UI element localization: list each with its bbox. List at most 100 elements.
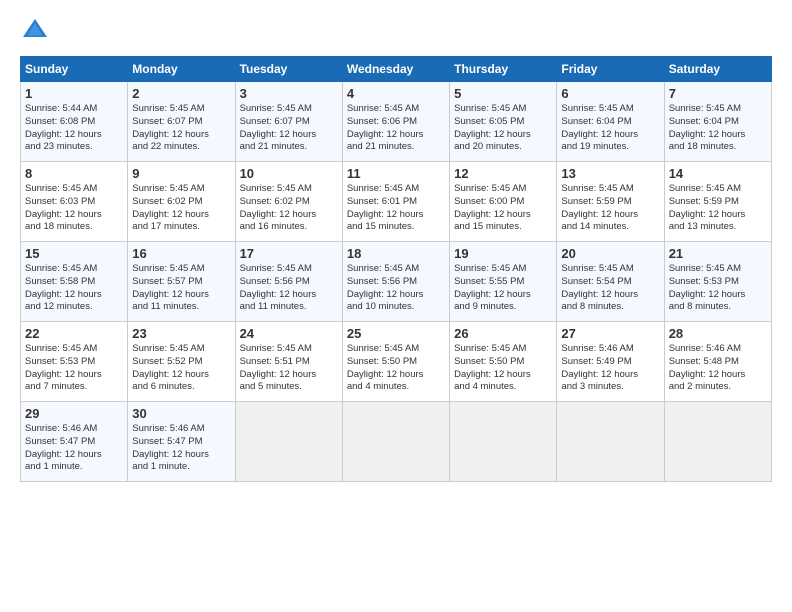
table-row: 2 Sunrise: 5:45 AM Sunset: 6:07 PM Daylig… [128, 82, 235, 162]
day-number: 30 [132, 406, 230, 421]
table-row: 29Sunrise: 5:46 AM Sunset: 5:47 PM Dayli… [21, 402, 128, 482]
table-row: 6Sunrise: 5:45 AM Sunset: 6:04 PM Daylig… [557, 82, 664, 162]
cell-content: Sunrise: 5:45 AM Sunset: 5:54 PM Dayligh… [561, 263, 659, 314]
day-number: 16 [132, 246, 230, 261]
day-number: 8 [25, 166, 123, 181]
cell-content: Sunrise: 5:45 AM Sunset: 6:07 PM Dayligh… [240, 103, 338, 154]
calendar-week-row: 15 Sunrise: 5:45 AM Sunset: 5:58 PM Dayli… [21, 242, 772, 322]
day-number: 3 [240, 86, 338, 101]
day-number: 29 [25, 406, 123, 421]
day-number: 18 [347, 246, 445, 261]
table-row: 24 Sunrise: 5:45 AM Sunset: 5:51 PM Dayli… [235, 322, 342, 402]
table-row: 17 Sunrise: 5:45 AM Sunset: 5:56 PM Dayli… [235, 242, 342, 322]
day-number: 5 [454, 86, 552, 101]
table-row: 28Sunrise: 5:46 AM Sunset: 5:48 PM Dayli… [664, 322, 771, 402]
table-row: 3 Sunrise: 5:45 AM Sunset: 6:07 PM Daylig… [235, 82, 342, 162]
cell-content: Sunrise: 5:45 AM Sunset: 5:53 PM Dayligh… [25, 343, 123, 394]
table-row: 26 Sunrise: 5:45 AM Sunset: 5:50 PM Dayli… [450, 322, 557, 402]
table-row [450, 402, 557, 482]
day-number: 21 [669, 246, 767, 261]
calendar-week-row: 29Sunrise: 5:46 AM Sunset: 5:47 PM Dayli… [21, 402, 772, 482]
table-row: 9 Sunrise: 5:45 AM Sunset: 6:02 PM Daylig… [128, 162, 235, 242]
col-saturday: Saturday [664, 57, 771, 82]
cell-content: Sunrise: 5:45 AM Sunset: 6:02 PM Dayligh… [240, 183, 338, 234]
col-tuesday: Tuesday [235, 57, 342, 82]
day-number: 9 [132, 166, 230, 181]
day-number: 2 [132, 86, 230, 101]
table-row: 12 Sunrise: 5:45 AM Sunset: 6:00 PM Dayli… [450, 162, 557, 242]
cell-content: Sunrise: 5:45 AM Sunset: 5:50 PM Dayligh… [347, 343, 445, 394]
table-row: 27Sunrise: 5:46 AM Sunset: 5:49 PM Dayli… [557, 322, 664, 402]
table-row [664, 402, 771, 482]
table-row: 30Sunrise: 5:46 AM Sunset: 5:47 PM Dayli… [128, 402, 235, 482]
day-number: 4 [347, 86, 445, 101]
table-row: 13Sunrise: 5:45 AM Sunset: 5:59 PM Dayli… [557, 162, 664, 242]
table-row [342, 402, 449, 482]
cell-content: Sunrise: 5:45 AM Sunset: 5:58 PM Dayligh… [25, 263, 123, 314]
header [20, 16, 772, 46]
cell-content: Sunrise: 5:45 AM Sunset: 6:02 PM Dayligh… [132, 183, 230, 234]
table-row: 21 Sunrise: 5:45 AM Sunset: 5:53 PM Dayli… [664, 242, 771, 322]
day-number: 12 [454, 166, 552, 181]
day-number: 10 [240, 166, 338, 181]
calendar-week-row: 22 Sunrise: 5:45 AM Sunset: 5:53 PM Dayli… [21, 322, 772, 402]
table-row: 4 Sunrise: 5:45 AM Sunset: 6:06 PM Daylig… [342, 82, 449, 162]
table-row: 15 Sunrise: 5:45 AM Sunset: 5:58 PM Dayli… [21, 242, 128, 322]
cell-content: Sunrise: 5:45 AM Sunset: 5:57 PM Dayligh… [132, 263, 230, 314]
table-row: 25Sunrise: 5:45 AM Sunset: 5:50 PM Dayli… [342, 322, 449, 402]
cell-content: Sunrise: 5:45 AM Sunset: 6:04 PM Dayligh… [669, 103, 767, 154]
calendar-week-row: 1Sunrise: 5:44 AM Sunset: 6:08 PM Daylig… [21, 82, 772, 162]
table-row: 18Sunrise: 5:45 AM Sunset: 5:56 PM Dayli… [342, 242, 449, 322]
day-number: 22 [25, 326, 123, 341]
col-sunday: Sunday [21, 57, 128, 82]
table-row: 23 Sunrise: 5:45 AM Sunset: 5:52 PM Dayli… [128, 322, 235, 402]
cell-content: Sunrise: 5:45 AM Sunset: 5:52 PM Dayligh… [132, 343, 230, 394]
calendar-week-row: 8 Sunrise: 5:45 AM Sunset: 6:03 PM Daylig… [21, 162, 772, 242]
cell-content: Sunrise: 5:45 AM Sunset: 6:01 PM Dayligh… [347, 183, 445, 234]
day-number: 14 [669, 166, 767, 181]
table-row: 20Sunrise: 5:45 AM Sunset: 5:54 PM Dayli… [557, 242, 664, 322]
day-number: 13 [561, 166, 659, 181]
col-monday: Monday [128, 57, 235, 82]
table-row: 11 Sunrise: 5:45 AM Sunset: 6:01 PM Dayli… [342, 162, 449, 242]
day-number: 19 [454, 246, 552, 261]
table-row: 14 Sunrise: 5:45 AM Sunset: 5:59 PM Dayli… [664, 162, 771, 242]
calendar-header-row: Sunday Monday Tuesday Wednesday Thursday… [21, 57, 772, 82]
cell-content: Sunrise: 5:45 AM Sunset: 6:03 PM Dayligh… [25, 183, 123, 234]
table-row: 22 Sunrise: 5:45 AM Sunset: 5:53 PM Dayli… [21, 322, 128, 402]
day-number: 7 [669, 86, 767, 101]
cell-content: Sunrise: 5:45 AM Sunset: 5:51 PM Dayligh… [240, 343, 338, 394]
table-row: 10 Sunrise: 5:45 AM Sunset: 6:02 PM Dayli… [235, 162, 342, 242]
table-row: 7 Sunrise: 5:45 AM Sunset: 6:04 PM Daylig… [664, 82, 771, 162]
table-row: 16 Sunrise: 5:45 AM Sunset: 5:57 PM Dayli… [128, 242, 235, 322]
table-row [557, 402, 664, 482]
col-friday: Friday [557, 57, 664, 82]
table-row: 19 Sunrise: 5:45 AM Sunset: 5:55 PM Dayli… [450, 242, 557, 322]
cell-content: Sunrise: 5:45 AM Sunset: 6:04 PM Dayligh… [561, 103, 659, 154]
calendar-table: Sunday Monday Tuesday Wednesday Thursday… [20, 56, 772, 482]
logo-icon [20, 16, 50, 46]
cell-content: Sunrise: 5:45 AM Sunset: 5:56 PM Dayligh… [240, 263, 338, 314]
day-number: 15 [25, 246, 123, 261]
cell-content: Sunrise: 5:45 AM Sunset: 5:50 PM Dayligh… [454, 343, 552, 394]
day-number: 24 [240, 326, 338, 341]
logo [20, 16, 54, 46]
col-thursday: Thursday [450, 57, 557, 82]
day-number: 28 [669, 326, 767, 341]
day-number: 11 [347, 166, 445, 181]
cell-content: Sunrise: 5:45 AM Sunset: 5:55 PM Dayligh… [454, 263, 552, 314]
cell-content: Sunrise: 5:45 AM Sunset: 6:00 PM Dayligh… [454, 183, 552, 234]
cell-content: Sunrise: 5:45 AM Sunset: 5:59 PM Dayligh… [669, 183, 767, 234]
cell-content: Sunrise: 5:45 AM Sunset: 6:07 PM Dayligh… [132, 103, 230, 154]
cell-content: Sunrise: 5:45 AM Sunset: 6:05 PM Dayligh… [454, 103, 552, 154]
cell-content: Sunrise: 5:44 AM Sunset: 6:08 PM Dayligh… [25, 103, 123, 154]
table-row: 1Sunrise: 5:44 AM Sunset: 6:08 PM Daylig… [21, 82, 128, 162]
cell-content: Sunrise: 5:45 AM Sunset: 5:53 PM Dayligh… [669, 263, 767, 314]
cell-content: Sunrise: 5:45 AM Sunset: 6:06 PM Dayligh… [347, 103, 445, 154]
cell-content: Sunrise: 5:46 AM Sunset: 5:49 PM Dayligh… [561, 343, 659, 394]
day-number: 23 [132, 326, 230, 341]
calendar-page: Sunday Monday Tuesday Wednesday Thursday… [0, 0, 792, 612]
table-row: 8 Sunrise: 5:45 AM Sunset: 6:03 PM Daylig… [21, 162, 128, 242]
day-number: 17 [240, 246, 338, 261]
day-number: 26 [454, 326, 552, 341]
